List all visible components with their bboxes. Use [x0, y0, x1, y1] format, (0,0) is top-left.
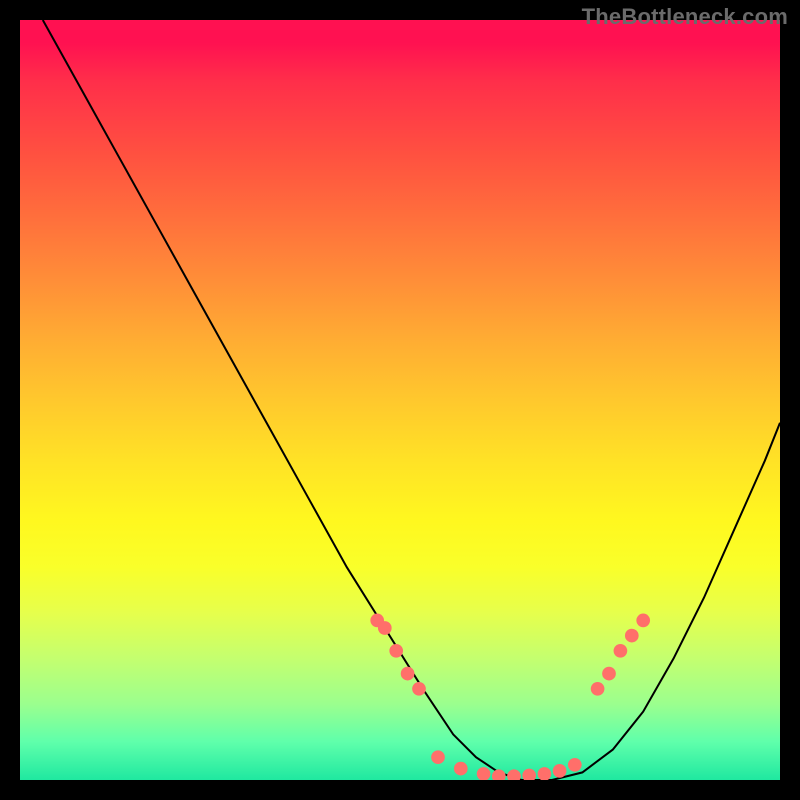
curve-line: [43, 20, 780, 780]
curve-markers: [370, 614, 650, 780]
watermark-label: TheBottleneck.com: [582, 4, 788, 30]
chart-overlay: [20, 20, 780, 780]
chart-stage: TheBottleneck.com: [0, 0, 800, 800]
